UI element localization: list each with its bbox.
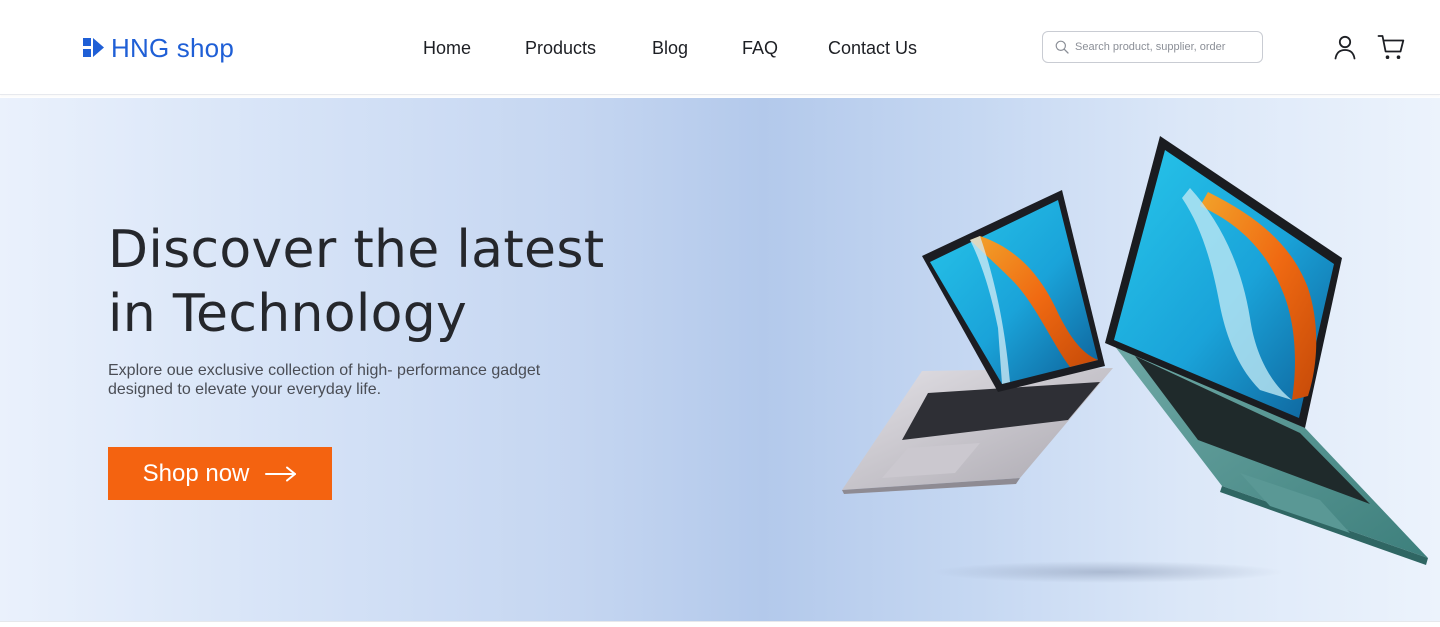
shop-now-label: Shop now (142, 459, 250, 487)
section-divider (0, 621, 1440, 627)
arrow-right-icon (265, 466, 297, 481)
cart-button[interactable] (1376, 32, 1406, 62)
account-button[interactable] (1330, 32, 1360, 62)
hero-title-line-1: Discover the latest (108, 220, 605, 280)
nav-products[interactable]: Products (525, 36, 596, 60)
hero-subtitle-line-2: designed to elevate your everyday life. (108, 381, 382, 398)
nav-contact-us[interactable]: Contact Us (828, 36, 917, 60)
nav-home[interactable]: Home (423, 36, 471, 60)
brand-name: HNG shop (111, 33, 234, 63)
search-input[interactable] (1075, 41, 1255, 53)
hero-subtitle: Explore oue exclusive collection of high… (108, 361, 588, 399)
laptops-image (842, 136, 1428, 583)
logo-mark-icon (83, 38, 104, 57)
shop-now-button[interactable]: Shop now (108, 447, 332, 500)
hero-banner: Discover the latest in Technology Explor… (0, 98, 1440, 621)
search-bar (1042, 31, 1263, 63)
brand-logo[interactable]: HNG shop (83, 31, 234, 65)
user-icon (1334, 35, 1356, 60)
site-header: HNG shop Home Products Blog FAQ Contact … (0, 0, 1440, 95)
nav-blog[interactable]: Blog (652, 36, 688, 60)
cart-icon (1377, 35, 1405, 59)
search-icon (1055, 40, 1069, 54)
nav-faq[interactable]: FAQ (742, 36, 778, 60)
hero-subtitle-line-1: Explore oue exclusive collection of high… (108, 362, 541, 379)
hero-title: Discover the latest in Technology (108, 218, 668, 346)
hero-title-line-2: in Technology (108, 284, 468, 344)
